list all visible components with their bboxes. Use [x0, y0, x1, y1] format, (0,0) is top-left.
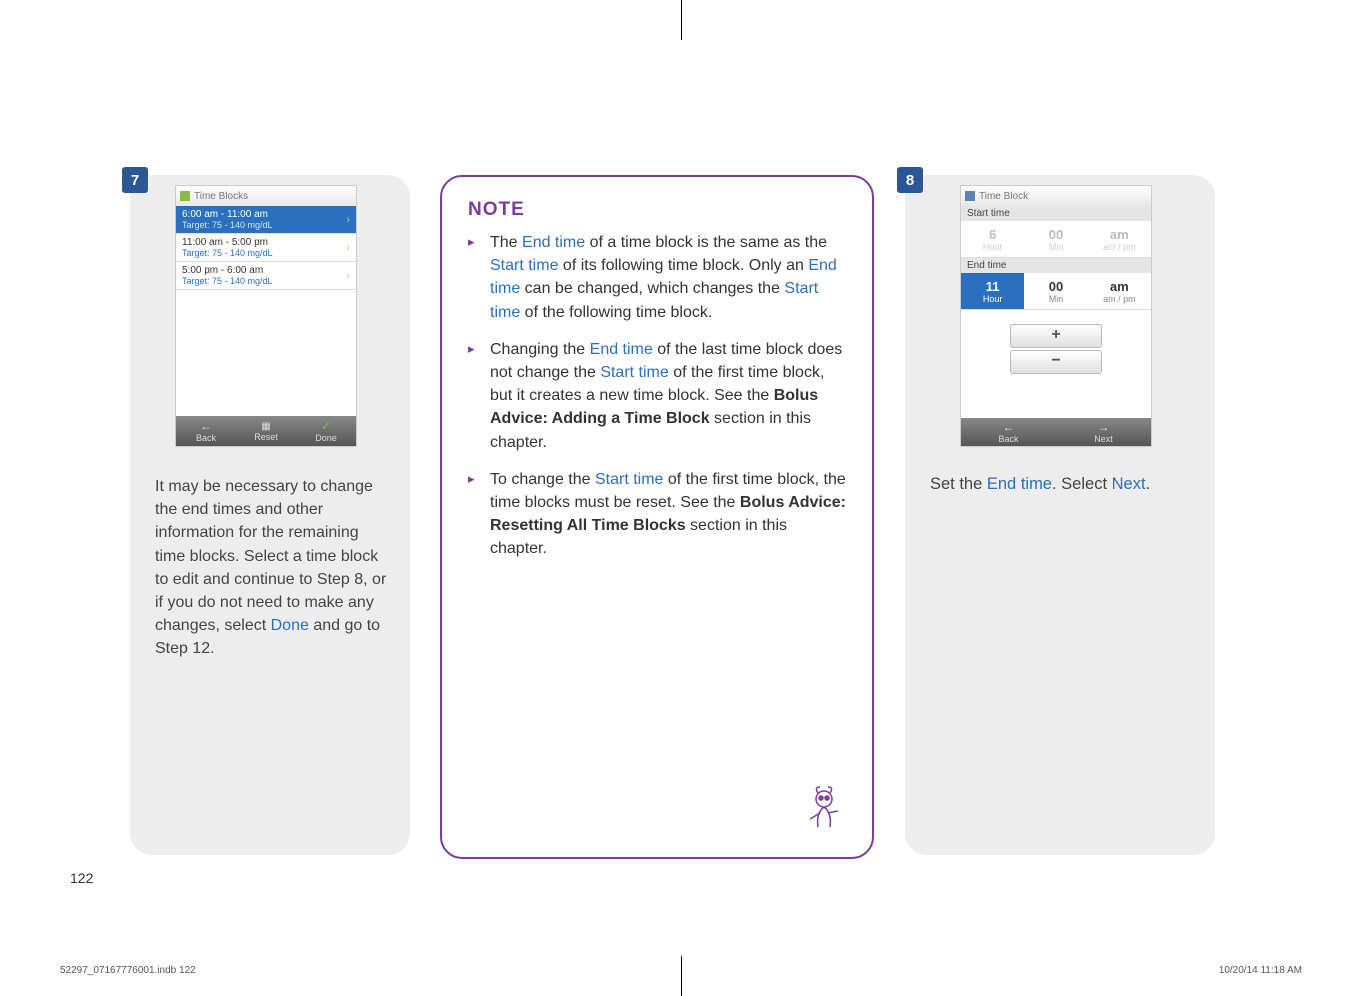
- row2-range: 11:00 am - 5:00 pm: [182, 237, 350, 248]
- row2-target: Target: 75 - 140 mg/dL: [182, 248, 350, 258]
- app-icon: [965, 191, 975, 201]
- chevron-right-icon: ›: [346, 214, 350, 226]
- time-block-row-3[interactable]: 5:00 pm - 6:00 am Target: 75 - 140 mg/dL…: [176, 262, 356, 290]
- note-title: NOTE: [468, 199, 872, 221]
- next-button[interactable]: →Next: [1056, 418, 1151, 446]
- mascot-icon: [792, 785, 852, 845]
- time-block-row-1[interactable]: 6:00 am - 11:00 am Target: 75 - 140 mg/d…: [176, 206, 356, 234]
- app-icon: [180, 191, 190, 201]
- start-hour[interactable]: 6Hour: [961, 221, 1024, 257]
- start-min[interactable]: 00Min: [1024, 221, 1087, 257]
- back-button[interactable]: ←Back: [176, 416, 236, 446]
- device-time-blocks: Time Blocks 6:00 am - 11:00 am Target: 7…: [175, 185, 357, 447]
- note-panel: NOTE The End time of a time block is the…: [440, 175, 874, 859]
- chevron-right-icon: ›: [346, 242, 350, 254]
- plus-button[interactable]: +: [1010, 324, 1102, 348]
- device-time-block-edit: Time Block Start time 6Hour 00Min amam /…: [960, 185, 1152, 447]
- end-ampm[interactable]: amam / pm: [1088, 273, 1151, 309]
- stepper-buttons: + −: [1011, 324, 1101, 374]
- page-number: 122: [70, 870, 93, 886]
- row1-target: Target: 75 - 140 mg/dL: [182, 220, 350, 230]
- footer-right: 10/20/14 11:18 AM: [1219, 965, 1302, 976]
- end-time-label: End time: [961, 258, 1151, 273]
- step-8-panel: 8 Time Block Start time 6Hour 00Min amam…: [905, 175, 1215, 855]
- start-time-label: Start time: [961, 206, 1151, 221]
- step-7-panel: 7 Time Blocks 6:00 am - 11:00 am Target:…: [130, 175, 410, 855]
- device2-toolbar: ←Back →Next: [961, 418, 1151, 446]
- reset-button[interactable]: ▦Reset: [236, 416, 296, 446]
- end-time-row: 11Hour 00Min amam / pm: [961, 273, 1151, 310]
- step-7-badge: 7: [122, 167, 148, 193]
- start-time-row: 6Hour 00Min amam / pm: [961, 221, 1151, 258]
- footer-left: 52297_07167776001.indb 122: [60, 965, 196, 976]
- device2-title-bar: Time Block: [961, 186, 1151, 206]
- device2-title: Time Block: [979, 191, 1028, 202]
- done-link: Done: [271, 617, 309, 634]
- step-7-caption: It may be necessary to change the end ti…: [155, 475, 390, 661]
- device-title-bar: Time Blocks: [176, 186, 356, 206]
- back-button[interactable]: ←Back: [961, 418, 1056, 446]
- chevron-right-icon: ›: [346, 270, 350, 282]
- end-min[interactable]: 00Min: [1024, 273, 1087, 309]
- time-block-row-2[interactable]: 11:00 am - 5:00 pm Target: 75 - 140 mg/d…: [176, 234, 356, 262]
- note-item-3: To change the Start time of the first ti…: [468, 468, 846, 561]
- start-ampm[interactable]: amam / pm: [1088, 221, 1151, 257]
- note-item-1: The End time of a time block is the same…: [468, 231, 846, 324]
- device-toolbar: ←Back ▦Reset ✓Done: [176, 416, 356, 446]
- row1-range: 6:00 am - 11:00 am: [182, 209, 350, 220]
- device-title: Time Blocks: [194, 191, 248, 202]
- end-hour[interactable]: 11Hour: [961, 273, 1024, 309]
- row3-range: 5:00 pm - 6:00 am: [182, 265, 350, 276]
- step-8-badge: 8: [897, 167, 923, 193]
- note-item-2: Changing the End time of the last time b…: [468, 338, 846, 454]
- note-list: The End time of a time block is the same…: [468, 231, 846, 560]
- row3-target: Target: 75 - 140 mg/dL: [182, 276, 350, 286]
- minus-button[interactable]: −: [1010, 350, 1102, 374]
- step-8-caption: Set the End time. Select Next.: [930, 475, 1190, 494]
- page: 7 Time Blocks 6:00 am - 11:00 am Target:…: [70, 100, 1290, 880]
- done-button[interactable]: ✓Done: [296, 416, 356, 446]
